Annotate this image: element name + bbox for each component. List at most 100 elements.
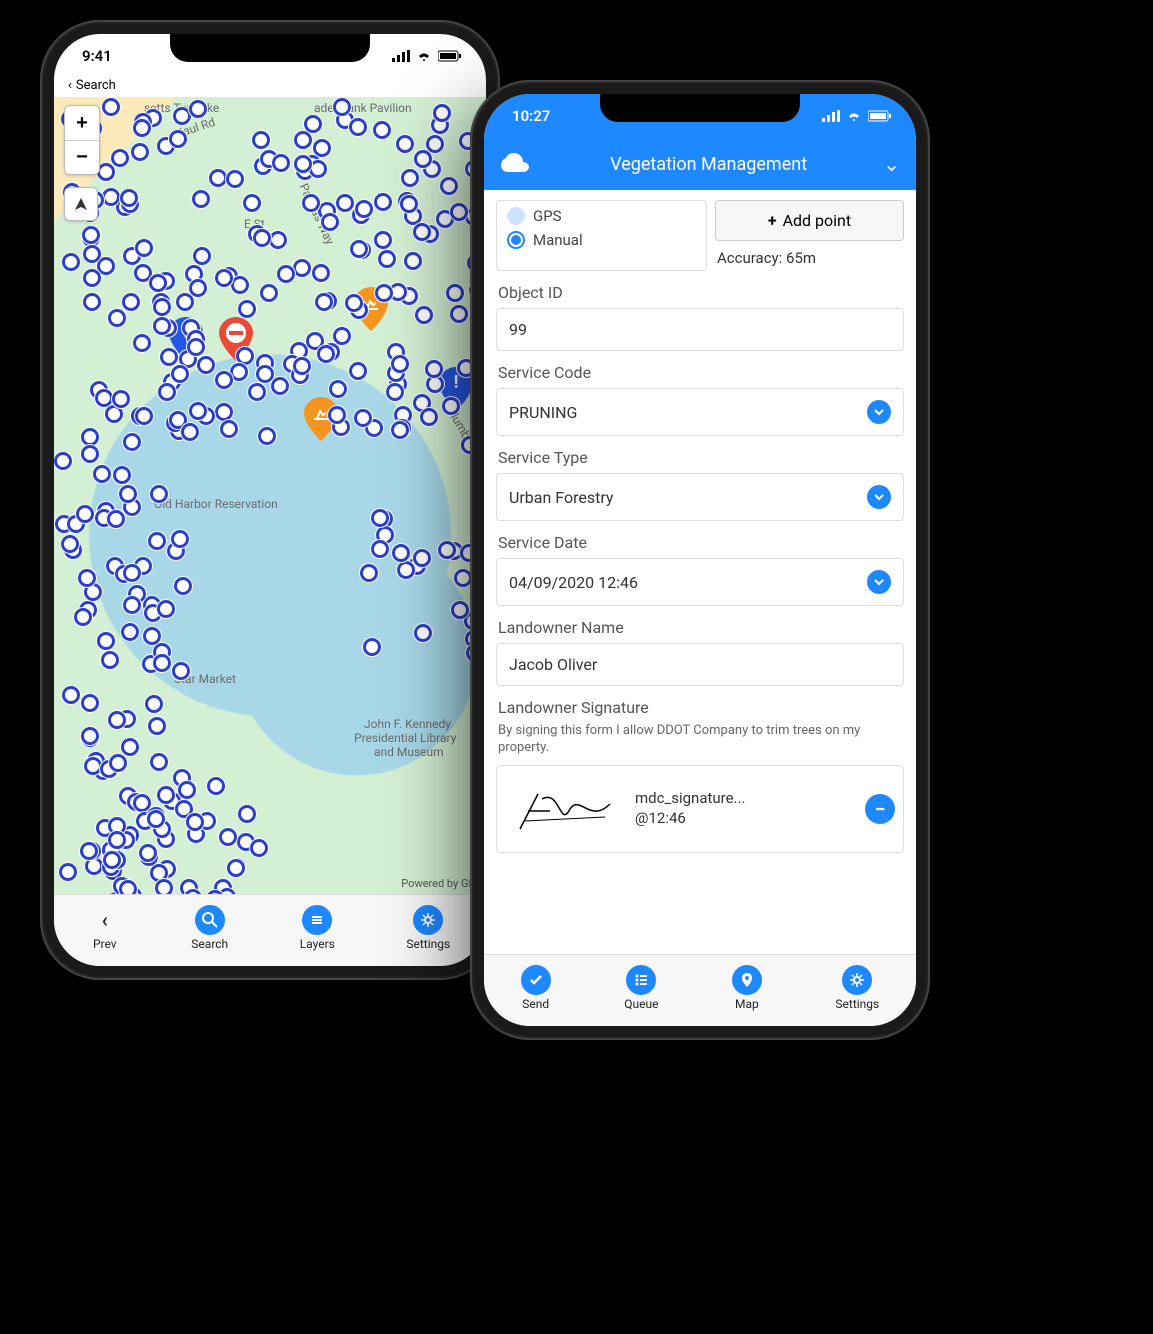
map-datapoint[interactable] bbox=[111, 149, 129, 167]
object-id-input[interactable]: 99 bbox=[496, 308, 904, 351]
map-datapoint[interactable] bbox=[333, 98, 351, 116]
map-datapoint[interactable] bbox=[160, 348, 178, 366]
map-datapoint[interactable] bbox=[113, 466, 131, 484]
map-datapoint[interactable] bbox=[231, 276, 249, 294]
map-datapoint[interactable] bbox=[375, 284, 393, 302]
map-datapoint[interactable] bbox=[414, 624, 432, 642]
map-datapoint[interactable] bbox=[153, 654, 171, 672]
map-datapoint[interactable] bbox=[252, 131, 270, 149]
map-datapoint[interactable] bbox=[438, 541, 456, 559]
map-datapoint[interactable] bbox=[271, 377, 289, 395]
map-datapoint[interactable] bbox=[193, 247, 211, 265]
map-datapoint[interactable] bbox=[101, 651, 119, 669]
map-datapoint[interactable] bbox=[313, 139, 331, 157]
map-datapoint[interactable] bbox=[133, 119, 151, 137]
map-datapoint[interactable] bbox=[442, 397, 460, 415]
map-datapoint[interactable] bbox=[333, 327, 351, 345]
map-datapoint[interactable] bbox=[378, 250, 396, 268]
map-datapoint[interactable] bbox=[355, 200, 373, 218]
map-datapoint[interactable] bbox=[81, 727, 99, 745]
map-datapoint[interactable] bbox=[396, 135, 414, 153]
map-datapoint[interactable] bbox=[189, 279, 207, 297]
map-datapoint[interactable] bbox=[215, 371, 233, 389]
map-datapoint[interactable] bbox=[219, 828, 237, 846]
map-datapoint[interactable] bbox=[215, 269, 233, 287]
map-datapoint[interactable] bbox=[121, 738, 139, 756]
map-datapoint[interactable] bbox=[171, 365, 189, 383]
map-datapoint[interactable] bbox=[373, 121, 391, 139]
map-datapoint[interactable] bbox=[371, 540, 389, 558]
map-datapoint[interactable] bbox=[450, 305, 468, 323]
map-datapoint[interactable] bbox=[404, 252, 422, 270]
map-datapoint[interactable] bbox=[304, 115, 322, 133]
map-datapoint[interactable] bbox=[97, 632, 115, 650]
back-to-search[interactable]: ‹ Search bbox=[54, 78, 486, 97]
map-datapoint[interactable] bbox=[62, 686, 80, 704]
map-datapoint[interactable] bbox=[220, 420, 238, 438]
chevron-down-icon[interactable]: ⌄ bbox=[883, 152, 900, 176]
tab-settings[interactable]: Settings bbox=[406, 905, 450, 951]
map-datapoint[interactable] bbox=[243, 194, 261, 212]
map-datapoint[interactable] bbox=[150, 485, 168, 503]
map-datapoint[interactable] bbox=[415, 306, 433, 324]
map-datapoint[interactable] bbox=[157, 600, 175, 618]
map-datapoint[interactable] bbox=[184, 889, 202, 894]
map-datapoint[interactable] bbox=[207, 777, 225, 795]
map-datapoint[interactable] bbox=[349, 362, 367, 380]
map-datapoint[interactable] bbox=[102, 188, 120, 206]
map-datapoint[interactable] bbox=[171, 530, 189, 548]
map-datapoint[interactable] bbox=[329, 380, 347, 398]
map-datapoint[interactable] bbox=[187, 338, 205, 356]
map-datapoint[interactable] bbox=[178, 781, 196, 799]
map-datapoint[interactable] bbox=[122, 293, 140, 311]
map-datapoint[interactable] bbox=[109, 754, 127, 772]
map-datapoint[interactable] bbox=[256, 365, 274, 383]
map-datapoint[interactable] bbox=[302, 194, 320, 212]
map-datapoint[interactable] bbox=[81, 694, 99, 712]
map-datapoint[interactable] bbox=[401, 169, 419, 187]
map-datapoint[interactable] bbox=[386, 383, 404, 401]
map-datapoint[interactable] bbox=[74, 608, 92, 626]
map-datapoint[interactable] bbox=[76, 505, 94, 523]
tab-layers[interactable]: Layers bbox=[300, 905, 335, 951]
tab-search[interactable]: Search bbox=[191, 905, 228, 951]
map-datapoint[interactable] bbox=[82, 226, 100, 244]
map-datapoint[interactable] bbox=[391, 355, 409, 373]
map-datapoint[interactable] bbox=[83, 293, 101, 311]
tab-map[interactable]: Map bbox=[732, 965, 762, 1011]
map-datapoint[interactable] bbox=[238, 805, 256, 823]
map-datapoint[interactable] bbox=[83, 269, 101, 287]
map-datapoint[interactable] bbox=[293, 357, 311, 375]
map-datapoint[interactable] bbox=[374, 231, 392, 249]
map-datapoint[interactable] bbox=[59, 863, 77, 881]
map-datapoint[interactable] bbox=[181, 423, 199, 441]
map-datapoint[interactable] bbox=[391, 421, 409, 439]
tab-settings[interactable]: Settings bbox=[835, 965, 879, 1011]
map-datapoint[interactable] bbox=[413, 549, 431, 567]
map-datapoint[interactable] bbox=[131, 143, 149, 161]
map-datapoint[interactable] bbox=[119, 880, 137, 894]
map-datapoint[interactable] bbox=[236, 347, 254, 365]
map-datapoint[interactable] bbox=[145, 695, 163, 713]
map-datapoint[interactable] bbox=[172, 662, 190, 680]
map-datapoint[interactable] bbox=[392, 544, 410, 562]
map-datapoint[interactable] bbox=[277, 265, 295, 283]
radio-manual[interactable]: Manual bbox=[507, 231, 696, 249]
map-datapoint[interactable] bbox=[108, 831, 126, 849]
map-datapoint[interactable] bbox=[425, 360, 443, 378]
radio-gps[interactable]: GPS bbox=[507, 207, 696, 225]
map-datapoint[interactable] bbox=[123, 564, 141, 582]
map-datapoint[interactable] bbox=[209, 169, 227, 187]
map-datapoint[interactable] bbox=[374, 193, 392, 211]
signature-thumbnail[interactable] bbox=[505, 774, 625, 844]
map-datapoint[interactable] bbox=[250, 839, 268, 857]
map-datapoint[interactable] bbox=[226, 170, 244, 188]
map-datapoint[interactable] bbox=[433, 104, 451, 122]
map-datapoint[interactable] bbox=[81, 445, 99, 463]
service-type-select[interactable]: Urban Forestry bbox=[496, 473, 904, 521]
map-datapoint[interactable] bbox=[148, 717, 166, 735]
map-datapoint[interactable] bbox=[112, 390, 130, 408]
map-datapoint[interactable] bbox=[108, 309, 126, 327]
map-datapoint[interactable] bbox=[150, 753, 168, 771]
map-datapoint[interactable] bbox=[84, 757, 102, 775]
